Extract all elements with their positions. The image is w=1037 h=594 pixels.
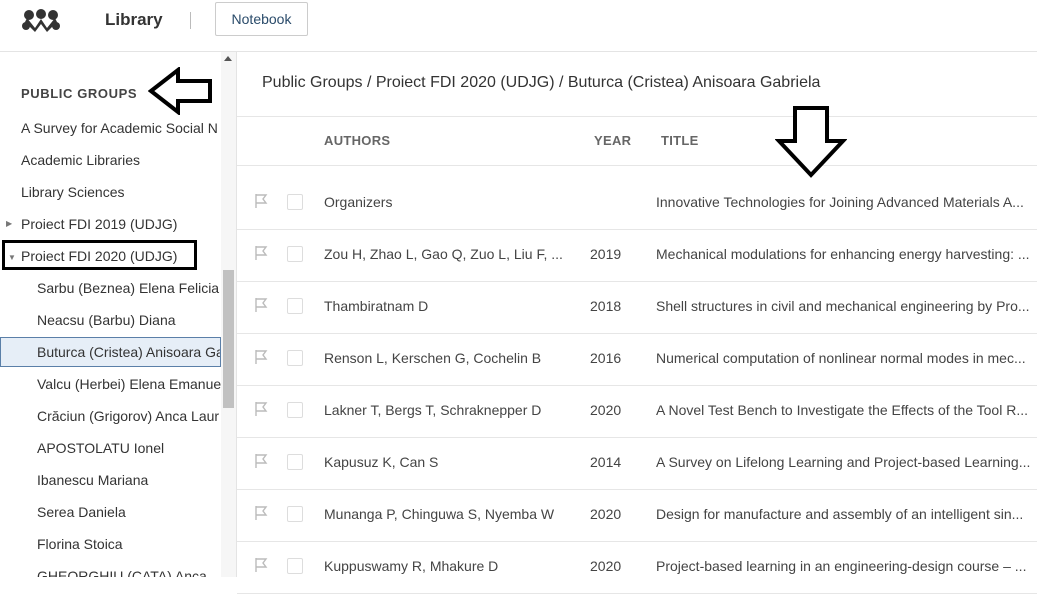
main-content: Public Groups / Proiect FDI 2020 (UDJG) …	[237, 52, 1037, 594]
row-authors: Zou H, Zhao L, Gao Q, Zuo L, Liu F, ...	[324, 246, 563, 262]
row-authors: Renson L, Kerschen G, Cochelin B	[324, 350, 542, 366]
row-authors: Kapusuz K, Can S	[324, 454, 439, 470]
table-header: AUTHORS YEAR TITLE	[237, 116, 1037, 166]
row-title: Innovative Technologies for Joining Adva…	[656, 194, 1024, 210]
row-title: Shell structures in civil and mechanical…	[656, 298, 1030, 314]
app-title: Library	[105, 10, 163, 29]
annotation-left-arrow-icon	[148, 67, 212, 115]
sidebar-item-label: Valcu (Herbei) Elena Emanue	[37, 376, 221, 392]
sidebar-item-label: Sarbu (Beznea) Elena Felicia	[37, 280, 220, 296]
row-year: 2016	[590, 350, 622, 366]
row-checkbox[interactable]	[287, 194, 303, 210]
sidebar-member-item[interactable]: Ibanescu Mariana	[0, 465, 221, 495]
table-row[interactable]: Zou H, Zhao L, Gao Q, Zuo L, Liu F, ... 2…	[237, 229, 1037, 282]
row-title: Numerical computation of nonlinear norma…	[656, 350, 1026, 366]
sidebar-item-label: GHEORGHIU (CATA) Anca	[37, 568, 207, 577]
public-groups-header: PUBLIC GROUPS	[21, 86, 138, 101]
caret-down-icon[interactable]: ▼	[8, 243, 16, 267]
flag-icon[interactable]	[254, 297, 268, 313]
row-checkbox[interactable]	[287, 558, 303, 574]
table-row[interactable]: Lakner T, Bergs T, Schraknepper D 2020 A N…	[237, 385, 1037, 438]
table-row[interactable]: Munanga P, Chinguwa S, Nyemba W 2020 Desig…	[237, 489, 1037, 542]
flag-icon[interactable]	[254, 401, 268, 417]
sidebar-group-item[interactable]: ▶ Proiect FDI 2019 (UDJG)	[0, 209, 221, 239]
scrollbar-thumb[interactable]	[223, 270, 234, 408]
column-header-title[interactable]: TITLE	[661, 133, 699, 148]
row-authors: Organizers	[324, 194, 393, 210]
sidebar-item-label: Buturca (Cristea) Anisoara Ga	[37, 344, 221, 360]
sidebar-item-label: A Survey for Academic Social N	[21, 120, 218, 136]
sidebar: PUBLIC GROUPS A Survey for Academic Soci…	[0, 52, 237, 577]
sidebar-item-label: Crăciun (Grigorov) Anca Laur	[37, 408, 220, 424]
notebook-button[interactable]: Notebook	[215, 2, 308, 36]
top-bar: Library Notebook	[0, 0, 1037, 52]
flag-icon[interactable]	[254, 505, 268, 521]
row-authors: Kuppuswamy R, Mhakure D	[324, 558, 499, 574]
annotation-down-arrow-icon	[775, 106, 847, 178]
row-authors: Munanga P, Chinguwa S, Nyemba W	[324, 506, 555, 522]
column-header-authors[interactable]: AUTHORS	[324, 133, 390, 148]
sidebar-item-label: Ibanescu Mariana	[37, 472, 149, 488]
title-divider	[190, 12, 191, 29]
sidebar-item-label: Florina Stoica	[37, 536, 123, 552]
row-title: A Novel Test Bench to Investigate the Ef…	[656, 402, 1028, 418]
row-checkbox[interactable]	[287, 402, 303, 418]
sidebar-member-item[interactable]: Serea Daniela	[0, 497, 221, 527]
sidebar-member-item[interactable]: Florina Stoica	[0, 529, 221, 559]
table-row[interactable]: Kuppuswamy R, Mhakure D 2020 Project-based…	[237, 541, 1037, 594]
sidebar-group-item[interactable]: Academic Libraries	[0, 145, 221, 175]
row-year: 2020	[590, 558, 622, 574]
flag-icon[interactable]	[254, 453, 268, 469]
row-year: 2020	[590, 402, 622, 418]
sidebar-item-label: Neacsu (Barbu) Diana	[37, 312, 176, 328]
sidebar-member-item-selected[interactable]: Buturca (Cristea) Anisoara Ga	[0, 337, 221, 367]
sidebar-item-label: Library Sciences	[21, 184, 125, 200]
row-authors: Thambiratnam D	[324, 298, 429, 314]
breadcrumb: Public Groups / Proiect FDI 2020 (UDJG) …	[262, 74, 821, 91]
caret-right-icon[interactable]: ▶	[6, 209, 12, 239]
sidebar-item-label: Proiect FDI 2019 (UDJG)	[21, 216, 178, 232]
row-year: 2014	[590, 454, 622, 470]
sidebar-member-item[interactable]: APOSTOLATU Ionel	[0, 433, 221, 463]
scroll-up-arrow-icon[interactable]	[224, 56, 232, 61]
mendeley-logo-icon[interactable]	[21, 8, 61, 32]
sidebar-member-item[interactable]: Neacsu (Barbu) Diana	[0, 305, 221, 335]
sidebar-member-item[interactable]: Sarbu (Beznea) Elena Felicia	[0, 273, 221, 303]
table-row[interactable]: Organizers Innovative Technologies for Jo…	[237, 177, 1037, 230]
row-year: 2018	[590, 298, 622, 314]
row-checkbox[interactable]	[287, 506, 303, 522]
row-authors: Lakner T, Bergs T, Schraknepper D	[324, 402, 542, 418]
row-checkbox[interactable]	[287, 246, 303, 262]
row-year: 2019	[590, 246, 622, 262]
sidebar-group-item[interactable]: Library Sciences	[0, 177, 221, 207]
table-row[interactable]: Renson L, Kerschen G, Cochelin B 2016 Nume…	[237, 333, 1037, 386]
sidebar-member-item[interactable]: GHEORGHIU (CATA) Anca	[0, 561, 221, 577]
row-checkbox[interactable]	[287, 454, 303, 470]
sidebar-item-label: Academic Libraries	[21, 152, 141, 168]
flag-icon[interactable]	[254, 557, 268, 573]
sidebar-item-label: APOSTOLATU Ionel	[37, 440, 165, 456]
row-title: Project-based learning in an engineering…	[656, 558, 1027, 574]
sidebar-group-item[interactable]: A Survey for Academic Social N	[0, 113, 221, 143]
row-checkbox[interactable]	[287, 350, 303, 366]
column-header-year[interactable]: YEAR	[594, 133, 631, 148]
flag-icon[interactable]	[254, 193, 268, 209]
row-checkbox[interactable]	[287, 298, 303, 314]
flag-icon[interactable]	[254, 245, 268, 261]
row-title: A Survey on Lifelong Learning and Projec…	[656, 454, 1031, 470]
sidebar-member-item[interactable]: Valcu (Herbei) Elena Emanue	[0, 369, 221, 399]
row-title: Design for manufacture and assembly of a…	[656, 506, 1024, 522]
row-title: Mechanical modulations for enhancing ene…	[656, 246, 1030, 262]
sidebar-scrollbar[interactable]	[221, 52, 236, 577]
sidebar-item-label: Proiect FDI 2020 (UDJG)	[21, 248, 178, 264]
table-row[interactable]: Thambiratnam D 2018 Shell structures in ci…	[237, 281, 1037, 334]
sidebar-group-item-highlighted[interactable]: ▼ Proiect FDI 2020 (UDJG)	[2, 240, 197, 270]
sidebar-member-item[interactable]: Crăciun (Grigorov) Anca Laur	[0, 401, 221, 431]
flag-icon[interactable]	[254, 349, 268, 365]
sidebar-item-label: Serea Daniela	[37, 504, 126, 520]
row-year: 2020	[590, 506, 622, 522]
table-row[interactable]: Kapusuz K, Can S 2014 A Survey on Lifelong…	[237, 437, 1037, 490]
